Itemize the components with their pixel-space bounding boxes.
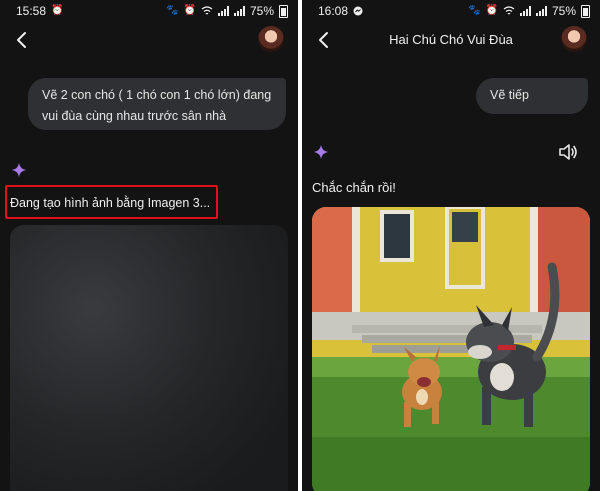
user-message-bubble: Vẽ 2 con chó ( 1 chó con 1 chó lớn) đang… (28, 78, 286, 130)
back-arrow-icon[interactable] (12, 30, 32, 50)
wifi-icon (503, 6, 515, 15)
paw-icon: 🐾 (166, 5, 179, 16)
dogs-illustration (312, 207, 590, 491)
highlight-box (5, 185, 218, 219)
sparkle-icon (12, 163, 26, 177)
user-message-text: Vẽ 2 con chó ( 1 chó con 1 chó lớn) đang… (42, 88, 272, 123)
battery-level: 75% (249, 4, 274, 18)
avatar[interactable] (258, 26, 284, 52)
signal-icon (519, 6, 531, 16)
image-loading-placeholder (10, 225, 288, 491)
paw-icon: 🐾 (468, 5, 481, 16)
messenger-icon (353, 6, 363, 16)
user-message-text: Vẽ tiếp (490, 88, 529, 102)
status-bar: 16:08 🐾 ⏰ 75% (302, 0, 600, 22)
status-bar: 15:58 ⏰ 🐾 ⏰ 75% (0, 0, 298, 22)
signal-icon (217, 6, 229, 16)
right-chat-screen: 16:08 🐾 ⏰ 75% Hai Chú Chó Vui Đùa Vẽ tiế… (302, 0, 600, 491)
wifi-icon (201, 6, 213, 15)
battery-level: 75% (551, 4, 576, 18)
signal-icon (535, 6, 547, 16)
alarm-icon: ⏰ (485, 5, 498, 16)
speaker-icon[interactable] (558, 143, 578, 161)
signal-icon (233, 6, 245, 16)
battery-icon (581, 4, 590, 18)
avatar[interactable] (561, 26, 587, 52)
alarm-icon: ⏰ (183, 5, 196, 16)
alarm-icon: ⏰ (51, 5, 64, 16)
assistant-reply-text: Chắc chắn rồi! (312, 180, 396, 195)
chat-title: Hai Chú Chó Vui Đùa (389, 32, 513, 47)
user-message-bubble: Vẽ tiếp (476, 78, 588, 114)
battery-icon (279, 4, 288, 18)
status-time: 15:58 (16, 4, 47, 18)
sparkle-icon (314, 145, 328, 159)
left-chat-screen: 15:58 ⏰ 🐾 ⏰ 75% Vẽ 2 con chó ( 1 chó con… (0, 0, 298, 491)
status-time: 16:08 (318, 4, 349, 18)
generated-dog-image[interactable] (312, 207, 590, 491)
